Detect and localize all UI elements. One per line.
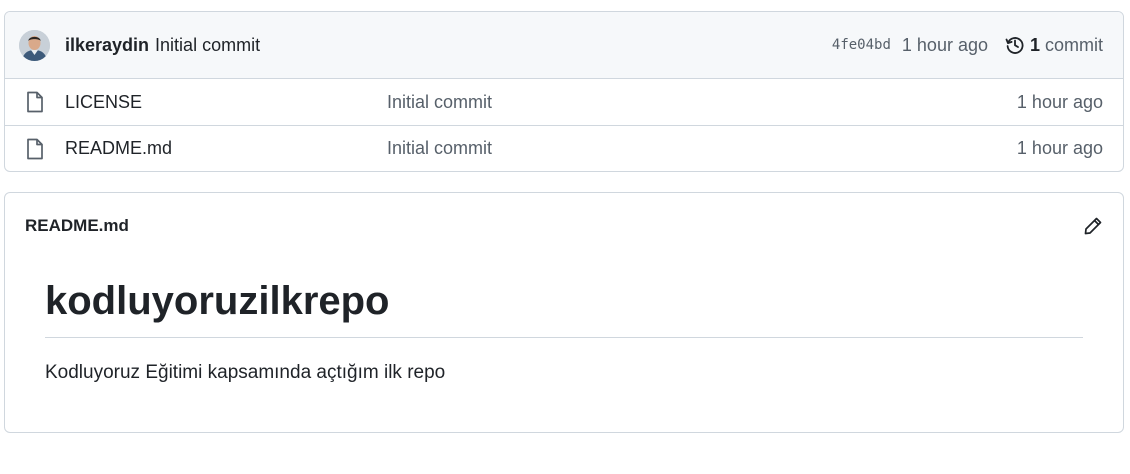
file-commit-time: 1 hour ago (1016, 138, 1103, 158)
readme-heading: kodluyoruzilkrepo (45, 277, 1083, 338)
readme-paragraph: Kodluyoruz Eğitimi kapsamında açtığım il… (45, 362, 446, 383)
commit-sha-link[interactable]: 4fe04bd (832, 37, 891, 53)
pencil-icon (1084, 217, 1102, 235)
edit-readme-button[interactable] (1083, 216, 1103, 236)
readme-header: README.md (5, 193, 1123, 259)
readme-panel: README.md kodluyoruzilkrepo Kodluyoruz E… (4, 192, 1124, 433)
file-commit-message-link[interactable]: Initial commit (387, 138, 492, 159)
file-row[interactable]: LICENSE Initial commit 1 hour ago (5, 79, 1123, 125)
file-icon (25, 138, 47, 160)
latest-commit-bar: ilkeraydin Initial commit 4fe04bd 1 hour… (5, 12, 1123, 79)
readme-filename: README.md (25, 216, 129, 235)
file-browser: ilkeraydin Initial commit 4fe04bd 1 hour… (4, 11, 1124, 172)
commit-message-link[interactable]: Initial commit (155, 35, 260, 56)
commit-count: 1 (1029, 34, 1040, 55)
commit-author-link[interactable]: ilkeraydin (65, 35, 149, 56)
file-icon (25, 91, 47, 113)
file-name-link[interactable]: LICENSE (65, 92, 387, 113)
file-name-link[interactable]: README.md (65, 138, 387, 159)
history-icon (1005, 37, 1024, 54)
file-commit-time: 1 hour ago (1016, 91, 1103, 112)
file-commit-message-link[interactable]: Initial commit (387, 92, 492, 113)
commit-count-label: commit (1045, 34, 1103, 55)
avatar[interactable] (19, 29, 50, 61)
commit-time: 1 hour ago (901, 34, 988, 55)
file-row[interactable]: README.md Initial commit 1 hour ago (5, 125, 1123, 171)
commit-history-link[interactable]: 1 commit (1005, 35, 1103, 56)
readme-content: kodluyoruzilkrepo Kodluyoruz Eğitimi kap… (5, 259, 1123, 384)
